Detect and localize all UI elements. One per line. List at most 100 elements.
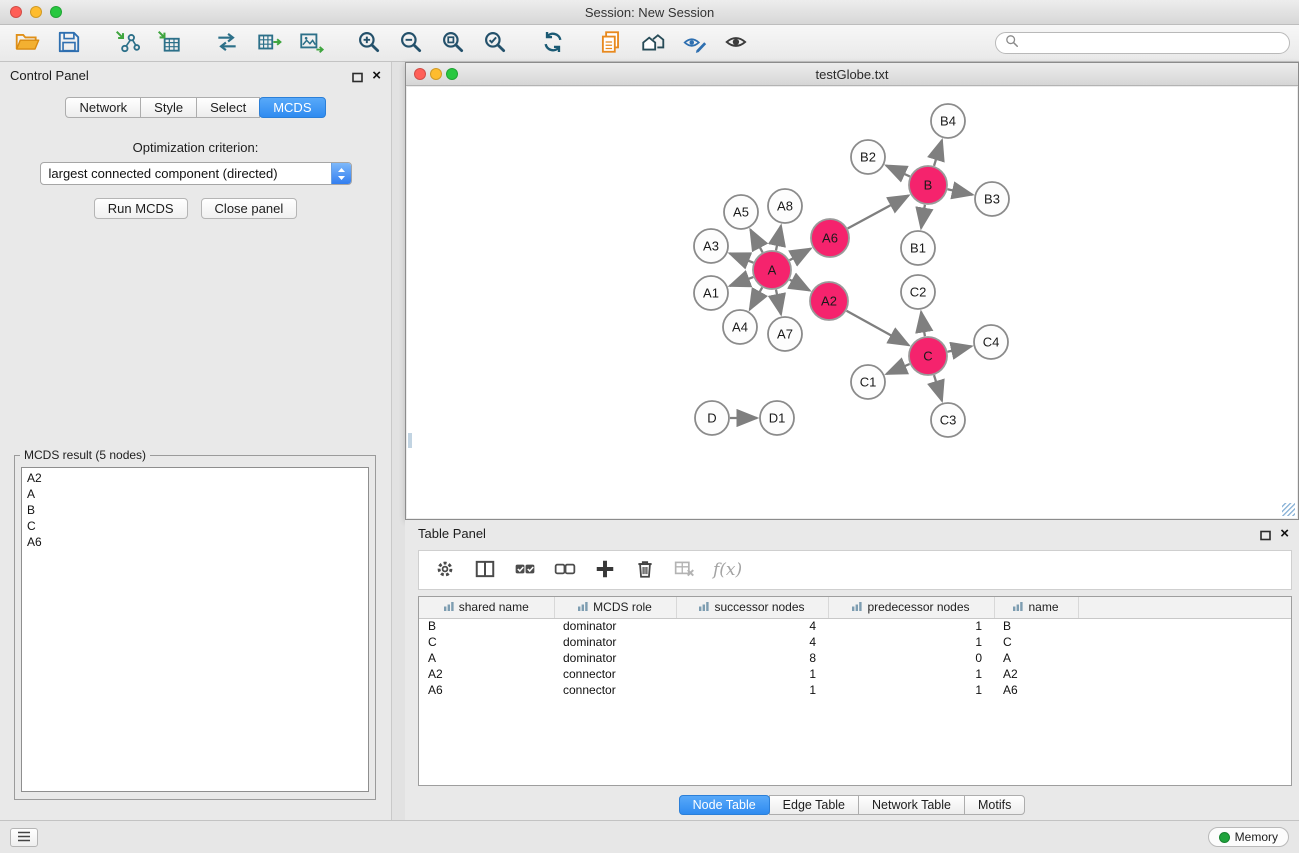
graph-edge-A-A4[interactable] xyxy=(750,287,762,309)
tab-mcds[interactable]: MCDS xyxy=(259,97,325,118)
graph-node-A2[interactable]: A2 xyxy=(810,282,848,320)
tab-motifs[interactable]: Motifs xyxy=(964,795,1025,815)
graph-edge-B-B3[interactable] xyxy=(948,189,973,194)
network-graph[interactable]: B4B2BB3A5A8A6B1A3AC2A1A2A4A7C4CC1C3DD1 xyxy=(407,87,1297,518)
table-row[interactable]: A2connector11A2 xyxy=(419,666,1291,682)
export-image-button[interactable] xyxy=(290,28,332,58)
graph-node-A1[interactable]: A1 xyxy=(694,276,728,310)
network-zoom-button[interactable] xyxy=(446,68,458,80)
graph-edge-A-A6[interactable] xyxy=(790,249,811,261)
search-box[interactable] xyxy=(995,32,1290,54)
zoom-out-button[interactable] xyxy=(390,28,432,58)
graph-node-A8[interactable]: A8 xyxy=(768,189,802,223)
graph-edge-C-C1[interactable] xyxy=(886,364,909,374)
network-minimize-button[interactable] xyxy=(430,68,442,80)
select-all-button[interactable] xyxy=(513,558,537,582)
graph-node-A3[interactable]: A3 xyxy=(694,229,728,263)
zoom-fit-button[interactable] xyxy=(432,28,474,58)
network-close-button[interactable] xyxy=(414,68,426,80)
table-cell[interactable]: 4 xyxy=(676,634,828,650)
graph-node-B1[interactable]: B1 xyxy=(901,231,935,265)
table-cell[interactable]: B xyxy=(994,618,1078,634)
graph-edge-A-A2[interactable] xyxy=(790,280,810,291)
search-input[interactable] xyxy=(1024,36,1280,51)
graph-node-B3[interactable]: B3 xyxy=(975,182,1009,216)
table-cell[interactable]: dominator xyxy=(554,634,676,650)
resize-grip[interactable] xyxy=(1282,503,1295,516)
table-panel-float-button[interactable] xyxy=(1260,528,1271,539)
graph-node-A[interactable]: A xyxy=(753,251,791,289)
close-window-button[interactable] xyxy=(10,6,22,18)
show-columns-button[interactable] xyxy=(473,558,497,582)
table-row[interactable]: A6connector11A6 xyxy=(419,682,1291,698)
graph-node-C3[interactable]: C3 xyxy=(931,403,965,437)
graph-edge-A2-C[interactable] xyxy=(847,311,909,346)
graph-node-B4[interactable]: B4 xyxy=(931,104,965,138)
home-view-button[interactable] xyxy=(632,28,674,58)
column-header-shared-name[interactable]: shared name xyxy=(419,597,554,618)
task-history-button[interactable] xyxy=(10,828,38,847)
zoom-selected-button[interactable] xyxy=(474,28,516,58)
mcds-result-item[interactable]: C xyxy=(22,518,368,534)
graph-edge-B-B4[interactable] xyxy=(934,140,942,166)
import-network-button[interactable] xyxy=(106,28,148,58)
mcds-result-item[interactable]: A6 xyxy=(22,534,368,550)
close-panel-button[interactable]: Close panel xyxy=(201,198,298,219)
table-cell[interactable]: A6 xyxy=(419,682,554,698)
table-cell[interactable]: 4 xyxy=(676,618,828,634)
table-row[interactable]: Bdominator41B xyxy=(419,618,1291,634)
column-header-predecessor-nodes[interactable]: predecessor nodes xyxy=(828,597,994,618)
export-table-button[interactable] xyxy=(248,28,290,58)
table-cell[interactable]: connector xyxy=(554,666,676,682)
run-mcds-button[interactable]: Run MCDS xyxy=(94,198,188,219)
table-cell[interactable]: dominator xyxy=(554,650,676,666)
graph-edge-A6-B[interactable] xyxy=(848,196,909,229)
mcds-result-item[interactable]: B xyxy=(22,502,368,518)
unselect-all-button[interactable] xyxy=(553,558,577,582)
optimization-criterion-select[interactable]: largest connected component (directed) xyxy=(40,162,352,185)
graph-edge-A-A7[interactable] xyxy=(776,290,781,315)
table-cell[interactable]: 1 xyxy=(676,666,828,682)
document-copy-button[interactable] xyxy=(590,28,632,58)
graph-edge-A-A1[interactable] xyxy=(730,277,754,286)
control-panel-close-button[interactable]: × xyxy=(372,70,381,81)
table-row[interactable]: Cdominator41C xyxy=(419,634,1291,650)
graph-edge-C-C2[interactable] xyxy=(921,312,925,336)
table-panel-close-button[interactable]: × xyxy=(1280,528,1289,539)
tab-style[interactable]: Style xyxy=(140,97,197,118)
table-row[interactable]: Adominator80A xyxy=(419,650,1291,666)
graph-edge-A-A8[interactable] xyxy=(776,226,781,251)
save-session-button[interactable] xyxy=(48,28,90,58)
create-column-button[interactable] xyxy=(593,558,617,582)
network-view[interactable]: B4B2BB3A5A8A6B1A3AC2A1A2A4A7C4CC1C3DD1 xyxy=(407,87,1297,518)
graph-node-A6[interactable]: A6 xyxy=(811,219,849,257)
column-header-MCDS-role[interactable]: MCDS role xyxy=(554,597,676,618)
table-cell[interactable]: A2 xyxy=(419,666,554,682)
graph-edge-C-C3[interactable] xyxy=(934,375,942,401)
tab-network[interactable]: Network xyxy=(65,97,141,118)
graph-node-D1[interactable]: D1 xyxy=(760,401,794,435)
table-cell[interactable]: dominator xyxy=(554,618,676,634)
table-cell[interactable]: C xyxy=(419,634,554,650)
delete-table-button[interactable] xyxy=(673,558,697,582)
table-mode-button[interactable] xyxy=(433,558,457,582)
eye-button[interactable] xyxy=(716,28,758,58)
table-cell[interactable]: 1 xyxy=(828,618,994,634)
table-cell[interactable]: connector xyxy=(554,682,676,698)
table-cell[interactable]: 1 xyxy=(828,682,994,698)
delete-columns-button[interactable] xyxy=(633,558,657,582)
eye-pen-button[interactable] xyxy=(674,28,716,58)
graph-edge-A-A3[interactable] xyxy=(730,253,754,262)
table-cell[interactable]: 8 xyxy=(676,650,828,666)
tab-select[interactable]: Select xyxy=(196,97,260,118)
graph-edge-B-B1[interactable] xyxy=(921,205,925,228)
graph-node-C[interactable]: C xyxy=(909,337,947,375)
table-cell[interactable]: A xyxy=(419,650,554,666)
graph-node-C1[interactable]: C1 xyxy=(851,365,885,399)
control-panel-float-button[interactable] xyxy=(352,70,363,81)
table-cell[interactable]: 1 xyxy=(828,634,994,650)
graph-node-B[interactable]: B xyxy=(909,166,947,204)
table-cell[interactable]: B xyxy=(419,618,554,634)
minimize-window-button[interactable] xyxy=(30,6,42,18)
table-cell[interactable]: 1 xyxy=(828,666,994,682)
